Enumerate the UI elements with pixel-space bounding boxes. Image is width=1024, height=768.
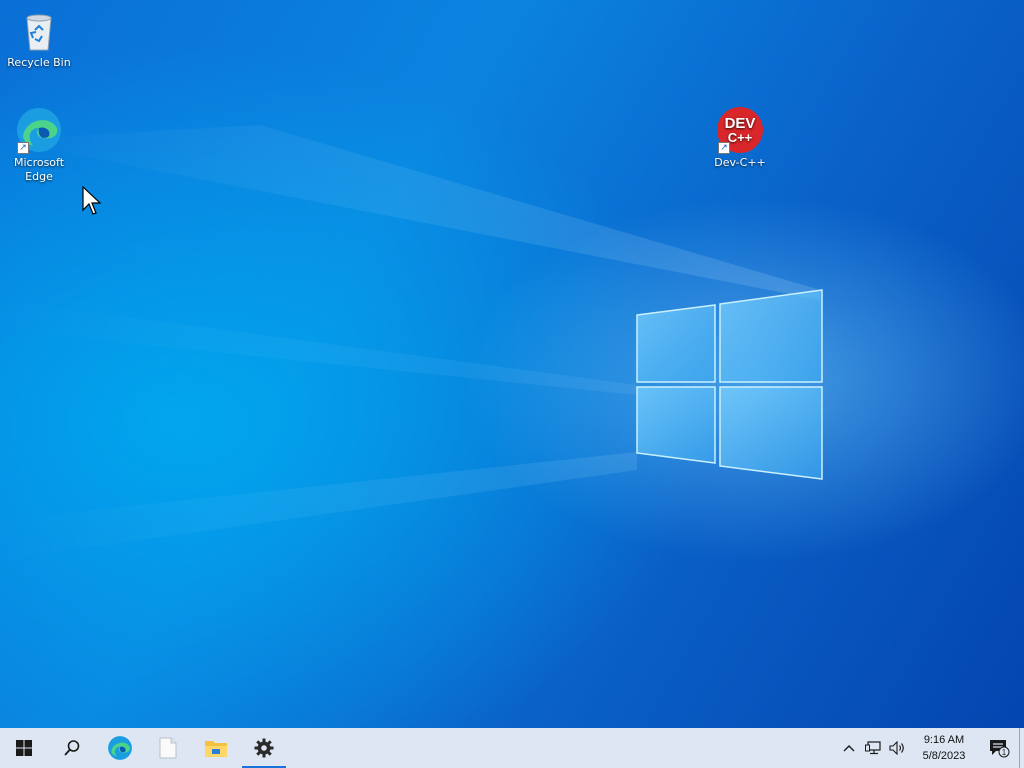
taskbar-notepad-button[interactable] xyxy=(144,728,192,768)
devcpp-icon: DEV C++ ↗ xyxy=(716,106,764,154)
desktop-icon-recycle-bin[interactable]: Recycle Bin xyxy=(1,6,77,70)
shortcut-arrow-icon: ↗ xyxy=(17,142,29,154)
taskbar-edge-button[interactable] xyxy=(96,728,144,768)
network-button[interactable] xyxy=(861,728,885,768)
document-icon xyxy=(159,737,177,759)
notification-count: 1 xyxy=(1002,748,1007,757)
windows-logo-wallpaper xyxy=(636,289,823,480)
gear-icon xyxy=(254,738,274,758)
network-icon xyxy=(865,741,881,755)
mouse-cursor-icon xyxy=(82,185,102,220)
desktop[interactable]: Recycle Bin ↗ Microsoft Edge DEV C++ ↗ D… xyxy=(0,0,1024,728)
clock[interactable]: 9:16 AM 5/8/2023 xyxy=(913,732,975,764)
start-button[interactable] xyxy=(0,728,48,768)
folder-icon xyxy=(205,741,227,757)
volume-button[interactable] xyxy=(885,728,909,768)
taskbar: 9:16 AM 5/8/2023 1 xyxy=(0,728,1024,768)
show-hidden-icons-button[interactable] xyxy=(837,728,861,768)
svg-text:C++: C++ xyxy=(728,130,753,145)
taskbar-file-explorer-button[interactable] xyxy=(192,728,240,768)
edge-icon: ↗ xyxy=(15,106,63,154)
clock-time: 9:16 AM xyxy=(923,734,965,746)
volume-icon xyxy=(889,741,904,755)
action-center-button[interactable]: 1 xyxy=(979,728,1019,768)
wallpaper xyxy=(0,125,823,560)
chevron-up-icon xyxy=(843,745,855,752)
show-desktop-button[interactable] xyxy=(1019,728,1024,768)
system-tray: 9:16 AM 5/8/2023 1 xyxy=(837,728,1024,768)
search-button[interactable] xyxy=(48,728,96,768)
windows-logo-icon xyxy=(16,740,32,756)
notification-icon: 1 xyxy=(990,740,1010,758)
desktop-icon-label: Dev-C++ xyxy=(714,156,766,169)
desktop-icon-edge[interactable]: ↗ Microsoft Edge xyxy=(1,106,77,184)
desktop-icon-label: Recycle Bin xyxy=(7,56,71,69)
edge-icon xyxy=(108,736,132,760)
search-icon xyxy=(64,740,80,756)
recycle-bin-icon xyxy=(15,6,63,54)
desktop-icon-label: Microsoft Edge xyxy=(13,156,65,183)
clock-date: 5/8/2023 xyxy=(922,750,966,762)
shortcut-arrow-icon: ↗ xyxy=(718,142,730,154)
taskbar-settings-button[interactable] xyxy=(240,728,288,768)
desktop-icon-devcpp[interactable]: DEV C++ ↗ Dev-C++ xyxy=(702,106,778,170)
